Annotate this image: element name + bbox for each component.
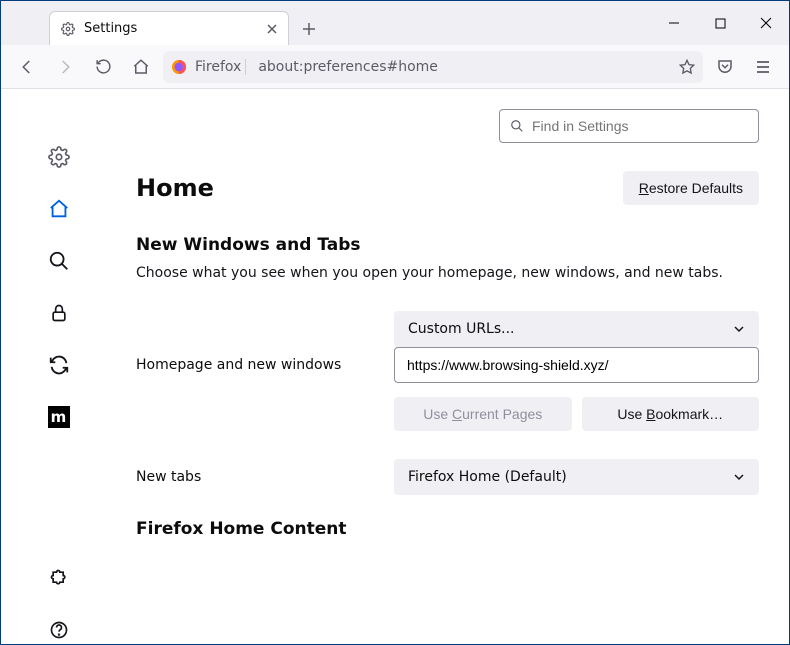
section-title-new-windows: New Windows and Tabs [136,235,759,255]
sidebar-privacy[interactable] [45,299,73,327]
close-tab-icon[interactable] [264,21,280,37]
mozilla-icon: m [48,406,70,428]
app-menu-button[interactable] [747,51,779,83]
sidebar-general[interactable] [45,143,73,171]
url-text: about:preferences#home [254,59,671,75]
toolbar: Firefox about:preferences#home [1,45,789,89]
sidebar-sync[interactable] [45,351,73,379]
reload-button[interactable] [87,51,119,83]
minimize-button[interactable] [651,7,697,39]
url-identity: Firefox [195,59,246,75]
sidebar-more-mozilla[interactable]: m [45,403,73,431]
sidebar-home[interactable] [45,195,73,223]
bookmark-star-icon[interactable] [679,59,695,75]
chevron-down-icon [733,471,745,483]
maximize-button[interactable] [697,7,743,39]
firefox-icon [171,59,187,75]
use-bookmark-button[interactable]: Use Bookmark… [582,397,760,431]
sidebar-help[interactable] [45,616,73,644]
sidebar-search[interactable] [45,247,73,275]
newtabs-select-label: Firefox Home (Default) [408,469,567,485]
sidebar: m [1,89,116,644]
back-button[interactable] [11,51,43,83]
close-window-button[interactable] [743,7,789,39]
url-bar[interactable]: Firefox about:preferences#home [163,51,703,83]
sidebar-extensions[interactable] [45,564,73,592]
pocket-button[interactable] [709,51,741,83]
gear-icon [60,21,76,37]
forward-button [49,51,81,83]
homepage-label: Homepage and new windows [136,357,378,373]
settings-search-input[interactable] [532,118,748,134]
homepage-url-input[interactable] [394,347,759,383]
window-controls [651,1,789,45]
section-desc: Choose what you see when you open your h… [136,265,759,281]
titlebar: Settings [1,1,789,45]
section-title-home-content: Firefox Home Content [136,519,759,539]
home-button[interactable] [125,51,157,83]
restore-defaults-button[interactable]: Restore Defaults [623,171,759,205]
homepage-mode-label: Custom URLs... [408,321,515,337]
browser-tab[interactable]: Settings [49,11,289,45]
search-icon [510,119,524,133]
tab-title: Settings [84,21,256,36]
page-title: Home [136,174,214,202]
content-area: m Home Restore Defaults New Windows and … [1,89,789,644]
newtabs-select[interactable]: Firefox Home (Default) [394,459,759,495]
homepage-mode-select[interactable]: Custom URLs... [394,311,759,347]
main-panel: Home Restore Defaults New Windows and Ta… [116,89,789,644]
new-tab-button[interactable] [293,13,325,45]
chevron-down-icon [733,323,745,335]
settings-search[interactable] [499,109,759,143]
newtabs-label: New tabs [136,469,378,485]
use-current-pages-button[interactable]: Use Current Pages [394,397,572,431]
